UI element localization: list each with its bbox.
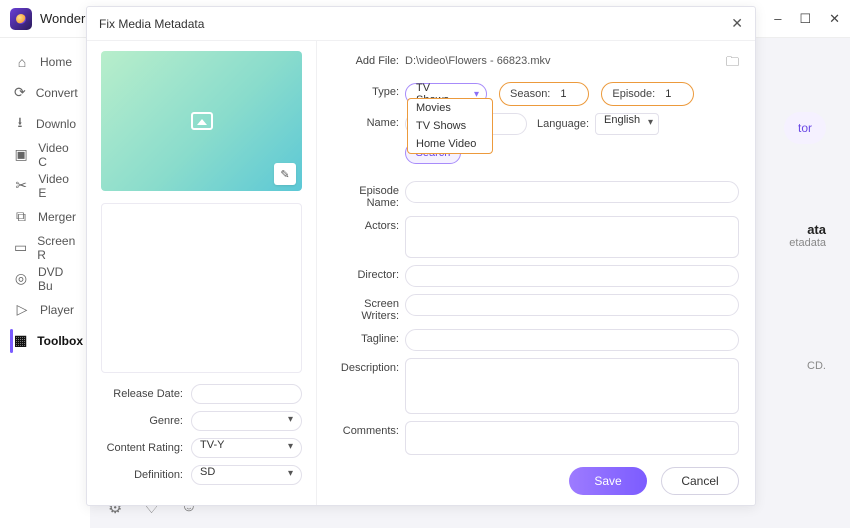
bg-card-title: ata (754, 222, 826, 237)
language-label: Language: (537, 118, 589, 130)
comments-input[interactable] (405, 421, 739, 455)
sidebar-item-player[interactable]: ▷ Player (0, 294, 90, 325)
home-icon: ⌂ (14, 54, 30, 70)
episode-field[interactable]: Episode: 1 (601, 82, 694, 106)
sidebar-item-label: Video C (38, 141, 76, 169)
fix-metadata-dialog: Fix Media Metadata ✕ ✎ Release Date: Gen… (86, 6, 756, 506)
minimize-button[interactable]: – (774, 11, 781, 27)
image-placeholder-icon (191, 112, 213, 130)
maximize-button[interactable]: ☐ (799, 11, 811, 27)
content-rating-label: Content Rating: (101, 442, 191, 454)
save-button[interactable]: Save (569, 467, 647, 495)
definition-select[interactable]: SD (191, 465, 302, 485)
sidebar-item-label: Screen R (37, 234, 76, 262)
merge-icon: ⧉ (14, 208, 28, 225)
sidebar-item-downloader[interactable]: ⭳ Downlo (0, 108, 90, 139)
type-option-tvshows[interactable]: TV Shows (408, 117, 492, 135)
actors-label: Actors: (333, 216, 405, 232)
sidebar-item-label: Toolbox (37, 334, 83, 348)
comments-label: Comments: (333, 421, 405, 437)
play-icon: ▷ (14, 301, 30, 318)
genre-select[interactable] (191, 411, 302, 431)
sidebar-item-video-editor[interactable]: ✂ Video E (0, 170, 90, 201)
app-logo-icon (10, 8, 32, 30)
grid-icon: ▦ (14, 332, 27, 349)
description-input[interactable] (405, 358, 739, 414)
sidebar-item-video-compressor[interactable]: ▣ Video C (0, 139, 90, 170)
cancel-button[interactable]: Cancel (661, 467, 739, 495)
screen-writers-input[interactable] (405, 294, 739, 316)
bg-chip: tor (784, 112, 826, 144)
release-date-label: Release Date: (101, 388, 191, 400)
close-window-button[interactable]: ✕ (829, 11, 840, 27)
record-icon: ▭ (14, 239, 27, 256)
director-label: Director: (333, 265, 405, 281)
edit-artwork-button[interactable]: ✎ (274, 163, 296, 185)
release-date-input[interactable] (191, 384, 302, 404)
definition-value: SD (200, 466, 215, 478)
sidebar-item-toolbox[interactable]: ▦ Toolbox (0, 325, 90, 356)
artwork-thumbnail: ✎ (101, 51, 302, 191)
definition-label: Definition: (101, 469, 191, 481)
sidebar-item-label: Player (40, 303, 74, 317)
type-dropdown: Movies TV Shows Home Video (407, 98, 493, 154)
sidebar-item-label: Convert (36, 86, 78, 100)
artwork-description-box (101, 203, 302, 373)
type-option-homevideo[interactable]: Home Video (408, 135, 492, 153)
episode-name-label: Episode Name: (333, 181, 405, 209)
episode-name-input[interactable] (405, 181, 739, 203)
description-label: Description: (333, 358, 405, 374)
app-title: Wonder (40, 11, 85, 26)
director-input[interactable] (405, 265, 739, 287)
sidebar-item-label: Video E (38, 172, 76, 200)
bg-note: CD. (807, 360, 826, 372)
bg-card: ata etadata (754, 222, 826, 270)
window-controls: – ☐ ✕ (774, 11, 840, 27)
artwork-panel: ✎ Release Date: Genre: Content Rating: TV… (87, 41, 317, 505)
language-value: English (604, 114, 640, 126)
tagline-label: Tagline: (333, 329, 405, 345)
episode-label: Episode: (612, 88, 655, 100)
sidebar-item-merger[interactable]: ⧉ Merger (0, 201, 90, 232)
sidebar-item-label: DVD Bu (38, 265, 76, 293)
sidebar-item-label: Merger (38, 210, 76, 224)
bg-card-sub: etadata (754, 237, 826, 249)
metadata-form: Add File: D:\video\Flowers - 66823.mkv 🗀… (317, 41, 755, 505)
compress-icon: ▣ (14, 146, 28, 163)
genre-label: Genre: (101, 415, 191, 427)
season-label: Season: (510, 88, 550, 100)
dialog-title: Fix Media Metadata (99, 17, 204, 31)
add-file-label: Add File: (333, 51, 405, 67)
sidebar-item-label: Downlo (36, 117, 76, 131)
episode-value: 1 (665, 88, 683, 100)
sidebar-item-dvd-burner[interactable]: ◎ DVD Bu (0, 263, 90, 294)
season-value: 1 (560, 88, 578, 100)
download-icon: ⭳ (14, 112, 26, 136)
name-label: Name: (333, 113, 405, 129)
actors-input[interactable] (405, 216, 739, 258)
disc-icon: ◎ (14, 270, 28, 287)
screen-writers-label: Screen Writers: (333, 294, 405, 322)
sidebar: ⌂ Home ⟳ Convert ⭳ Downlo ▣ Video C ✂ Video E… (0, 38, 90, 528)
sidebar-item-screen-recorder[interactable]: ▭ Screen R (0, 232, 90, 263)
content-rating-value: TV-Y (200, 439, 224, 451)
sidebar-item-converter[interactable]: ⟳ Convert (0, 77, 90, 108)
sidebar-item-label: Home (40, 55, 72, 69)
language-select[interactable]: English (595, 113, 659, 135)
dialog-close-button[interactable]: ✕ (731, 15, 743, 32)
tagline-input[interactable] (405, 329, 739, 351)
type-option-movies[interactable]: Movies (408, 99, 492, 117)
dialog-header: Fix Media Metadata ✕ (87, 7, 755, 41)
type-label: Type: (333, 82, 405, 98)
season-field[interactable]: Season: 1 (499, 82, 589, 106)
convert-icon: ⟳ (14, 84, 26, 101)
file-path-text: D:\video\Flowers - 66823.mkv (405, 51, 551, 71)
dialog-footer: Save Cancel (569, 467, 739, 495)
content-rating-select[interactable]: TV-Y (191, 438, 302, 458)
scissors-icon: ✂ (14, 177, 28, 194)
sidebar-item-home[interactable]: ⌂ Home (0, 46, 90, 77)
browse-file-button[interactable]: 🗀 (726, 53, 739, 75)
